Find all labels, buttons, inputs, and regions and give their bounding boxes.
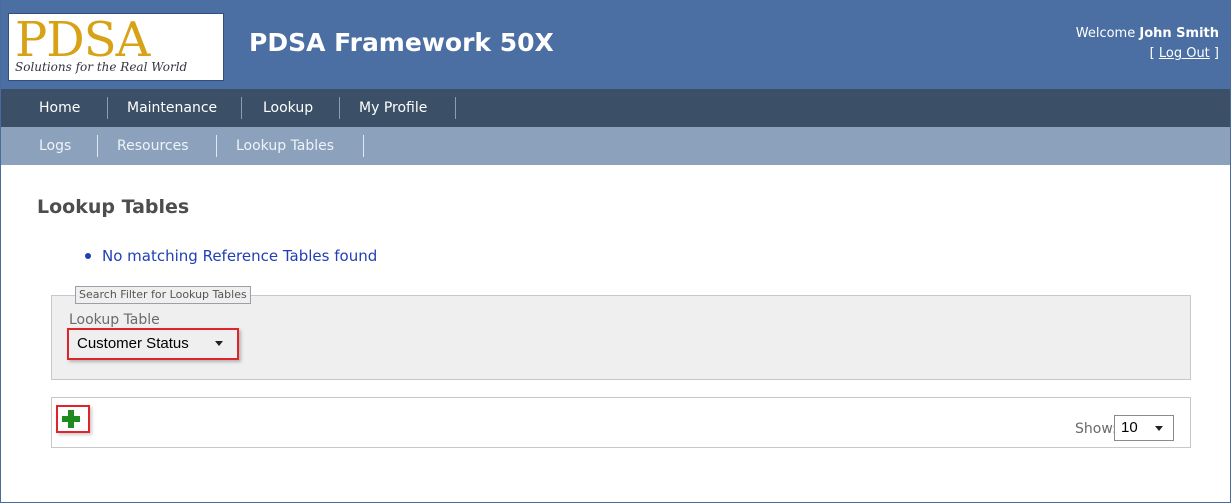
- nav-separator: [241, 97, 242, 119]
- nav-item-my-profile[interactable]: My Profile: [359, 89, 427, 127]
- subnav-item-resources[interactable]: Resources: [117, 127, 189, 165]
- validation-messages: No matching Reference Tables found: [85, 247, 377, 265]
- page-size-select[interactable]: 10: [1114, 415, 1174, 441]
- logo-tagline: Solutions for the Real World: [15, 60, 188, 74]
- main-nav: Home Maintenance Lookup My Profile: [1, 89, 1230, 127]
- welcome-prefix: Welcome: [1075, 26, 1136, 41]
- plus-icon-bar: [62, 416, 80, 422]
- chevron-down-icon[interactable]: [215, 341, 223, 346]
- lookup-table-label: Lookup Table: [69, 312, 160, 328]
- logo[interactable]: PDSA Solutions for the Real World: [8, 12, 224, 81]
- search-filter-legend: Search Filter for Lookup Tables: [75, 286, 251, 304]
- welcome-message: Welcome John Smith: [1076, 26, 1219, 41]
- subnav-separator: [97, 135, 98, 157]
- header-bar: PDSA Solutions for the Real World PDSA F…: [1, 0, 1230, 89]
- validation-message-item: No matching Reference Tables found: [85, 247, 377, 265]
- subnav-separator: [363, 135, 364, 157]
- logout-link[interactable]: Log Out: [1159, 46, 1210, 61]
- lookup-table-selected-value[interactable]: Customer Status: [77, 335, 189, 352]
- page-title: Lookup Tables: [37, 196, 190, 218]
- subnav-separator: [216, 135, 217, 157]
- user-name: John Smith: [1139, 26, 1219, 41]
- nav-item-maintenance[interactable]: Maintenance: [127, 89, 217, 127]
- subnav-item-lookup-tables[interactable]: Lookup Tables: [236, 127, 334, 165]
- page-size-value[interactable]: 10: [1121, 419, 1138, 436]
- add-button[interactable]: [56, 405, 90, 433]
- nav-item-home[interactable]: Home: [39, 89, 80, 127]
- logout-bracket-open: [: [1149, 46, 1155, 61]
- sub-nav: Logs Resources Lookup Tables: [1, 127, 1230, 165]
- validation-message-text: No matching Reference Tables found: [102, 247, 378, 265]
- page-frame: PDSA Solutions for the Real World PDSA F…: [0, 0, 1231, 503]
- nav-separator: [455, 97, 456, 119]
- bullet-icon: [85, 253, 91, 259]
- subnav-item-logs[interactable]: Logs: [39, 127, 71, 165]
- logout-wrapper: [ Log Out ]: [1150, 46, 1219, 61]
- grid-toolbar: [51, 397, 1191, 448]
- app-title: PDSA Framework 50X: [249, 28, 554, 57]
- chevron-down-icon[interactable]: [1155, 426, 1163, 431]
- lookup-table-select[interactable]: Customer Status: [67, 328, 239, 360]
- nav-separator: [107, 97, 108, 119]
- nav-item-lookup[interactable]: Lookup: [263, 89, 313, 127]
- logout-bracket-close: ]: [1213, 46, 1219, 61]
- page-size-label: Show:: [1075, 421, 1117, 437]
- nav-separator: [339, 97, 340, 119]
